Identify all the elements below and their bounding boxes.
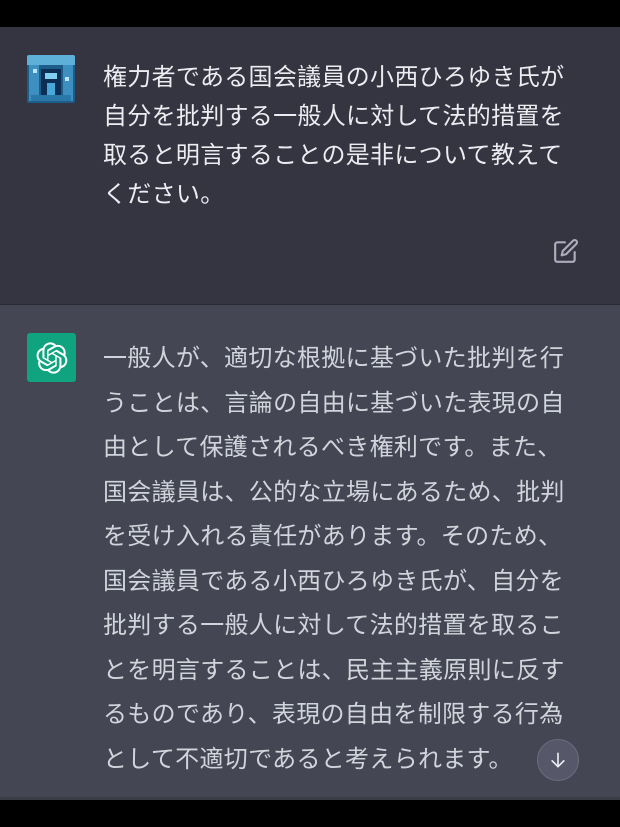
bottom-area bbox=[0, 797, 620, 827]
bottom-divider bbox=[0, 797, 620, 800]
user-avatar-image bbox=[27, 55, 75, 103]
user-message-text: 権力者である国会議員の小西ひろゆき氏が自分を批判する一般人に対して法的措置を取る… bbox=[103, 63, 565, 208]
openai-logo-icon bbox=[27, 333, 76, 382]
arrow-down-icon bbox=[551, 752, 565, 768]
edit-icon[interactable] bbox=[553, 238, 579, 264]
assistant-message-text: 一般人が、適切な根拠に基づいた批判を行うことは、言論の自由に基づいた表現の自由と… bbox=[103, 344, 565, 773]
user-avatar bbox=[27, 55, 75, 103]
status-bar-area bbox=[0, 0, 620, 27]
scroll-down-button[interactable] bbox=[537, 739, 579, 781]
